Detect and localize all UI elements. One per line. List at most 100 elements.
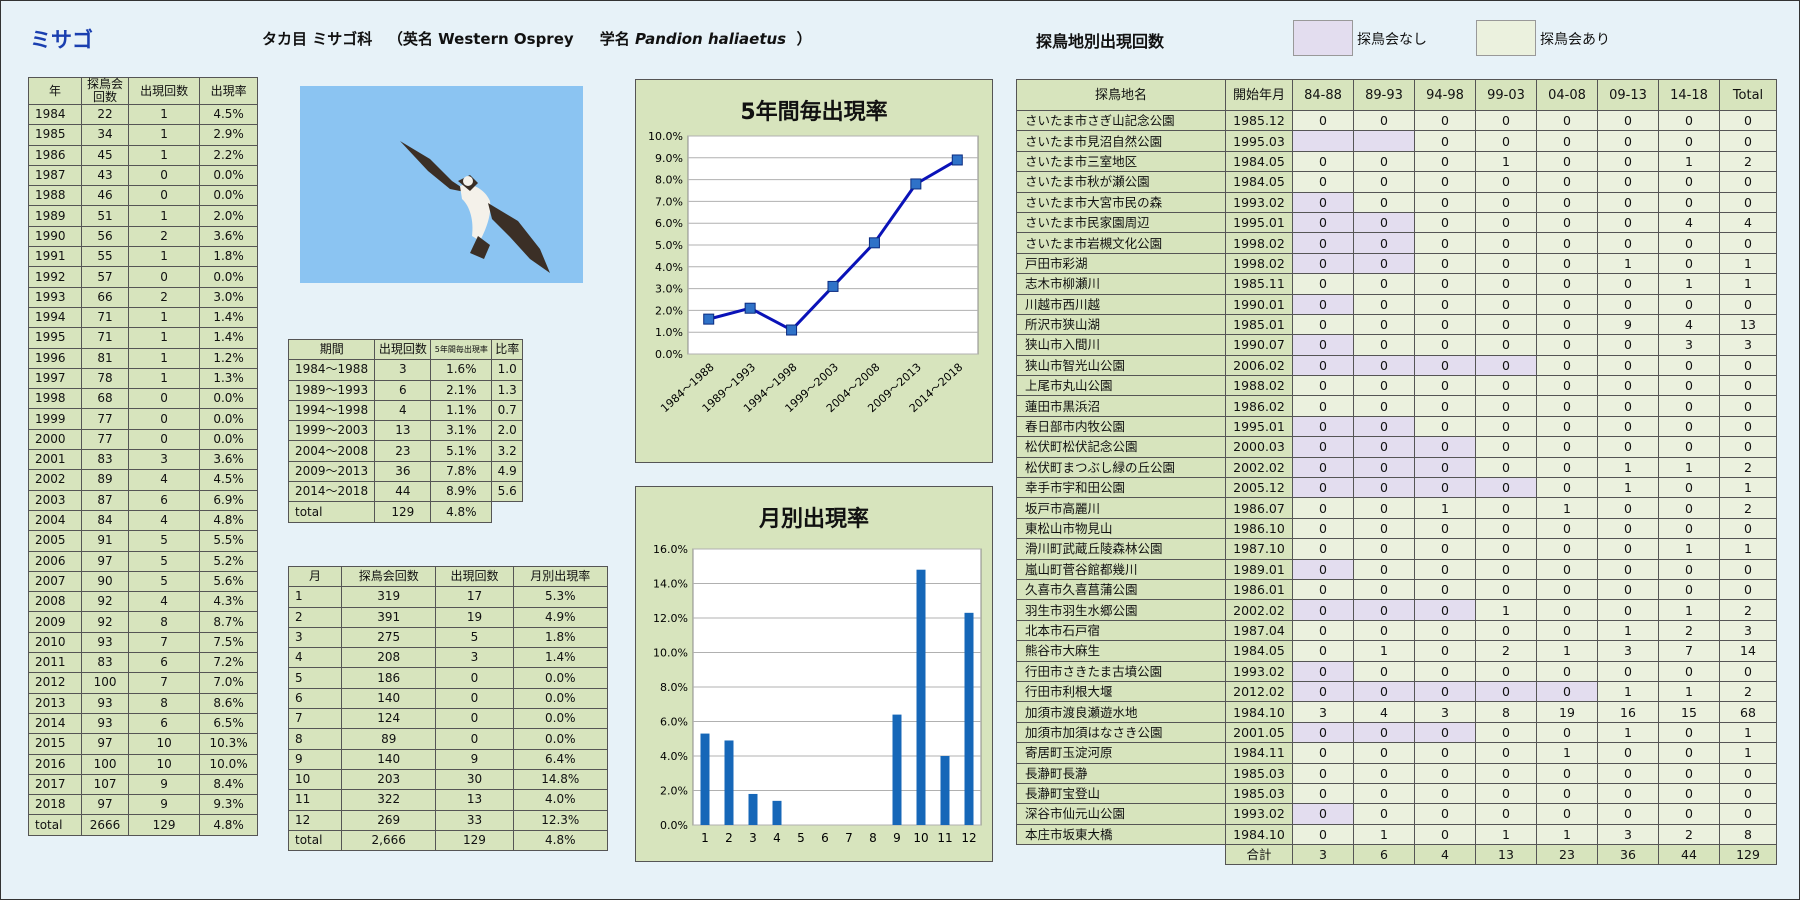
order-family: タカ目 ミサゴ科 bbox=[262, 30, 373, 48]
location-start: 1984.05 bbox=[1225, 171, 1293, 193]
scientific-name: Pandion haliaetus bbox=[635, 30, 787, 48]
monthly-cell: 4.8% bbox=[512, 829, 608, 852]
location-total: 0 bbox=[1719, 191, 1777, 213]
monthly-cell: 391 bbox=[340, 606, 437, 628]
location-name: 羽生市羽生水郷公園 bbox=[1016, 599, 1226, 621]
monthly-cell: 6 bbox=[288, 687, 342, 710]
yearly-cell: 93 bbox=[81, 712, 130, 735]
table-row: 滑川町武蔵丘陵森林公園 1987.10 0 0 0 0 0 0 1 1 bbox=[1016, 538, 1777, 560]
location-count: 1 bbox=[1597, 252, 1659, 275]
location-count: 0 bbox=[1353, 517, 1415, 540]
location-total: 0 bbox=[1719, 803, 1777, 825]
location-count: 0 bbox=[1658, 762, 1720, 784]
location-count: 0 bbox=[1475, 517, 1537, 540]
monthly-cell: 319 bbox=[340, 586, 437, 608]
location-count: 0 bbox=[1475, 109, 1537, 132]
location-name: 東松山市物見山 bbox=[1016, 517, 1226, 540]
yearly-cell: 1994 bbox=[27, 306, 83, 329]
period-header: 期間 bbox=[287, 338, 376, 361]
location-count: 0 bbox=[1292, 782, 1354, 805]
table-row: 2014～2018 44 8.9% 5.6 bbox=[287, 481, 523, 503]
monthly-cell: 89 bbox=[340, 728, 437, 750]
location-start: 1986.01 bbox=[1225, 578, 1293, 601]
location-count: 0 bbox=[1597, 803, 1659, 825]
location-count: 0 bbox=[1292, 477, 1354, 499]
location-count: 0 bbox=[1475, 680, 1537, 703]
location-count: 0 bbox=[1475, 619, 1537, 642]
yearly-cell: 1991 bbox=[27, 246, 83, 268]
location-count: 0 bbox=[1475, 660, 1537, 682]
location-count: 0 bbox=[1475, 395, 1537, 417]
location-count: 0 bbox=[1658, 558, 1720, 580]
location-total: 13 bbox=[1719, 313, 1777, 336]
location-count: 0 bbox=[1353, 660, 1415, 682]
location-count: 3 bbox=[1414, 701, 1476, 723]
table-row: 熊谷市大麻生 1984.05 0 1 0 2 1 3 7 14 bbox=[1016, 640, 1777, 662]
location-count: 0 bbox=[1353, 232, 1415, 254]
yearly-cell: 0.0% bbox=[199, 408, 258, 430]
location-count: 0 bbox=[1597, 334, 1659, 356]
location-count: 0 bbox=[1353, 171, 1415, 193]
period-cell: 1994～1998 bbox=[287, 399, 376, 422]
location-count: 0 bbox=[1475, 171, 1537, 193]
table-row: 1996 81 1 1.2% bbox=[27, 347, 258, 369]
location-count: 9 bbox=[1597, 313, 1659, 336]
table-row: total 2666 129 4.8% bbox=[27, 814, 258, 836]
yearly-cell: 2009 bbox=[27, 611, 83, 633]
yearly-cell: 100 bbox=[81, 672, 130, 694]
table-row: 松伏町松伏記念公園 2000.03 0 0 0 0 0 0 0 0 bbox=[1016, 436, 1777, 458]
location-count: 0 bbox=[1658, 742, 1720, 764]
table-row: さいたま市岩槻文化公園 1998.02 0 0 0 0 0 0 0 0 bbox=[1016, 232, 1777, 254]
x-tick-label: 12 bbox=[961, 831, 976, 845]
table-row: さいたま市民家園周辺 1995.01 0 0 0 0 0 0 4 4 bbox=[1016, 211, 1777, 234]
location-count: 0 bbox=[1658, 191, 1720, 213]
location-count: 0 bbox=[1353, 803, 1415, 825]
monthly-cell: 3 bbox=[288, 626, 342, 649]
yearly-cell: 22 bbox=[81, 103, 130, 126]
sum-blank bbox=[1017, 845, 1226, 865]
yearly-cell: 1996 bbox=[27, 347, 83, 369]
location-count: 0 bbox=[1597, 191, 1659, 213]
table-row: 1997 78 1 1.3% bbox=[27, 367, 258, 390]
table-row: 1984 22 1 4.5% bbox=[27, 103, 258, 126]
location-count: 0 bbox=[1597, 497, 1659, 519]
location-count: 0 bbox=[1414, 803, 1476, 825]
location-name: 滑川町武蔵丘陵森林公園 bbox=[1016, 538, 1226, 560]
period-table: 期間 出現回数 5年間毎出現率 比率 1984～1988 3 1.6% 1.0 1989～19… bbox=[287, 338, 523, 523]
location-start: 1986.10 bbox=[1225, 517, 1293, 540]
monthly-rate-chart: 月別出現率 0.0% 2.0% 4.0% 6.0% 8.0% 10.0% 12.0% 14.0… bbox=[635, 486, 993, 862]
monthly-cell: 33 bbox=[435, 809, 514, 831]
location-start: 1985.03 bbox=[1225, 782, 1293, 805]
location-count: 4 bbox=[1658, 211, 1720, 234]
table-row: 2015 97 10 10.3% bbox=[27, 733, 258, 755]
period-cell: 2014～2018 bbox=[287, 481, 376, 503]
location-start: 1993.02 bbox=[1225, 803, 1293, 825]
location-count: 1 bbox=[1658, 680, 1720, 703]
yearly-cell: 1986 bbox=[27, 144, 83, 166]
table-row: 1993 66 2 3.0% bbox=[27, 286, 258, 308]
bar bbox=[964, 612, 974, 825]
period-cell: 2.1% bbox=[430, 379, 493, 401]
yearly-cell: 51 bbox=[81, 205, 130, 227]
yearly-cell: 1990 bbox=[27, 225, 83, 248]
y-tick-label: 1.0% bbox=[655, 326, 683, 339]
x-tick-label: 3 bbox=[749, 831, 757, 845]
table-row: 1989～1993 6 2.1% 1.3 bbox=[287, 379, 523, 401]
yearly-cell: 2002 bbox=[27, 469, 83, 491]
period-header: 5年間毎出現率 bbox=[430, 338, 493, 361]
yearly-cell: 4.8% bbox=[199, 814, 258, 836]
yearly-cell: 43 bbox=[81, 164, 130, 187]
yearly-cell: 87 bbox=[81, 489, 130, 511]
location-count: 0 bbox=[1292, 232, 1354, 254]
y-tick-label: 2.0% bbox=[655, 304, 683, 317]
yearly-cell: 4.8% bbox=[199, 509, 258, 532]
yearly-cell: 8 bbox=[128, 692, 201, 714]
yearly-cell: 2016 bbox=[27, 753, 83, 775]
location-count: 0 bbox=[1536, 313, 1598, 336]
monthly-cell: 1 bbox=[288, 586, 342, 608]
yearly-cell: 2000 bbox=[27, 428, 83, 451]
location-count: 0 bbox=[1597, 171, 1659, 193]
location-count: 0 bbox=[1536, 477, 1598, 499]
monthly-header: 月別出現率 bbox=[512, 565, 608, 588]
period-cell: 1999～2003 bbox=[287, 420, 376, 442]
